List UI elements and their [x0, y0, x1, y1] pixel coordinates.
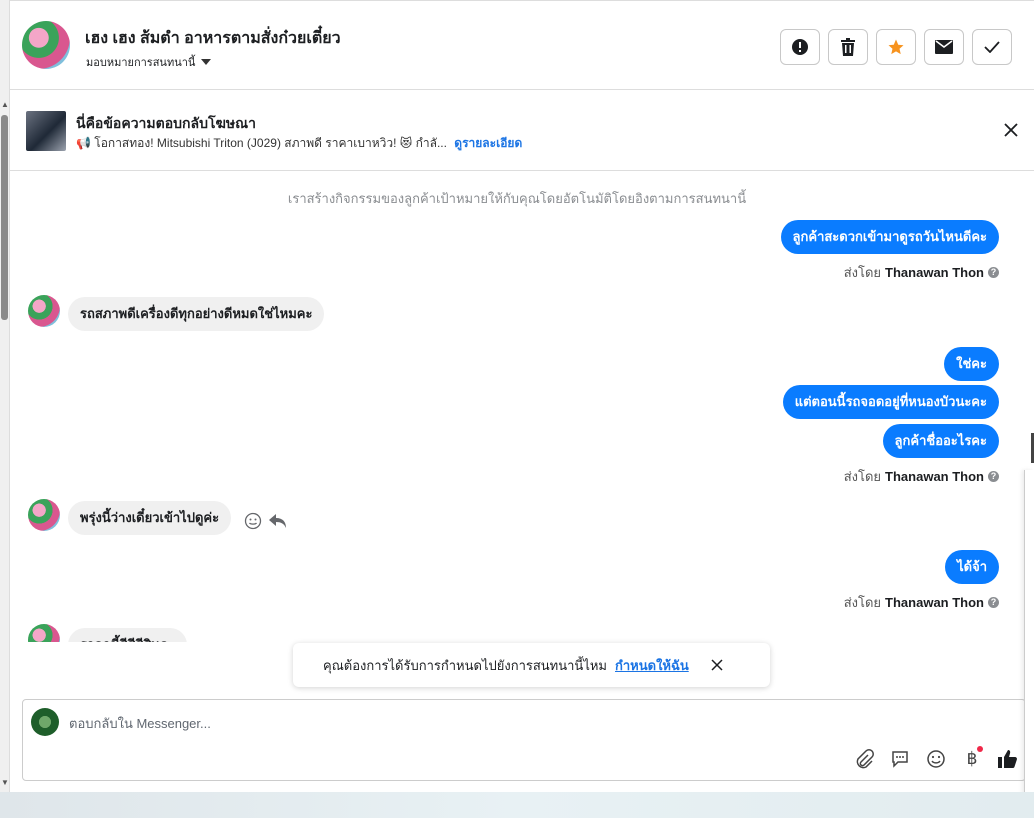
- star-icon: [888, 39, 904, 55]
- outgoing-message[interactable]: ใช่คะ: [944, 347, 999, 381]
- dismiss-suggestion-button[interactable]: [711, 659, 723, 671]
- chat-bubble-icon: [892, 751, 908, 768]
- ad-details-link[interactable]: ดูรายละเอียด: [454, 136, 522, 150]
- report-button[interactable]: [780, 29, 820, 65]
- assign-to-me-link[interactable]: กำหนดให้ฉัน: [615, 655, 689, 676]
- composer-tools: ฿: [853, 746, 1019, 770]
- caret-down-icon: [201, 59, 212, 65]
- ad-thumbnail[interactable]: [26, 111, 66, 151]
- payment-button[interactable]: ฿: [961, 746, 983, 770]
- contact-avatar-small: [28, 295, 60, 327]
- emoji-button[interactable]: [925, 748, 947, 770]
- close-icon: [711, 659, 723, 671]
- report-icon: [792, 39, 808, 55]
- sent-by-label: ส่งโดย Thanawan Thon ?: [844, 466, 999, 487]
- emoji-icon: [927, 750, 945, 768]
- ad-banner-title: นี่คือข้อความตอบกลับโฆษณา: [76, 115, 256, 131]
- mark-done-button[interactable]: [972, 29, 1012, 65]
- conversation-header: เฮง เฮง ส้มตำ อาหารตามสั่งก๋วยเตี๋ยว มอบ…: [10, 0, 1034, 90]
- outgoing-message[interactable]: ลูกค้าชื่ออะไรคะ: [882, 424, 999, 458]
- notification-dot: [977, 746, 983, 752]
- incoming-message[interactable]: รถสภาพดีเครื่องดีทุกอย่างดีหมดใช่ไหมคะ: [68, 297, 325, 331]
- help-icon[interactable]: ?: [988, 471, 999, 482]
- outgoing-message[interactable]: ลูกค้าสะดวกเข้ามาดูรถวันไหนดีคะ: [780, 220, 999, 254]
- incoming-message[interactable]: ราคาขี้สีสีสีสินคะ: [68, 628, 188, 642]
- attach-button[interactable]: [853, 748, 875, 770]
- incoming-message[interactable]: พรุ่งนี้ว่างเดี๋ยวเข้าไปดูค่ะ: [68, 501, 232, 535]
- outgoing-message[interactable]: ได้จ้า: [945, 550, 999, 584]
- message-thread[interactable]: เราสร้างกิจกรรมของลูกค้าเป้าหมายให้กับคุ…: [10, 172, 1024, 642]
- header-actions: [780, 29, 1012, 65]
- sent-by-prefix: ส่งโดย: [843, 469, 882, 484]
- reply-icon[interactable]: [268, 512, 288, 530]
- assign-suggestion-toast: คุณต้องการได้รับการกำหนดไปยังการสนทนานี้…: [293, 643, 770, 687]
- agent-name: Thanawan Thon: [885, 595, 984, 610]
- agent-name: Thanawan Thon: [885, 469, 984, 484]
- left-scrollbar[interactable]: ▲ ▼: [0, 0, 10, 792]
- side-panel-edge: [1024, 470, 1034, 805]
- assign-conversation-dropdown[interactable]: มอบหมายการสนทนานี้: [86, 53, 212, 71]
- message-composer: ฿: [22, 699, 1026, 781]
- star-button[interactable]: [876, 29, 916, 65]
- scrollbar-thumb[interactable]: [1, 115, 8, 320]
- assign-label: มอบหมายการสนทนานี้: [86, 57, 196, 69]
- system-note: เราสร้างกิจกรรมของลูกค้าเป้าหมายให้กับคุ…: [287, 191, 747, 206]
- thumbs-up-icon: [998, 750, 1017, 768]
- contact-name[interactable]: เฮง เฮง ส้มตำ อาหารตามสั่งก๋วยเตี๋ยว: [85, 26, 341, 51]
- react-smiley-icon[interactable]: [244, 512, 262, 530]
- scroll-down-arrow-icon[interactable]: ▼: [1, 778, 9, 787]
- contact-avatar[interactable]: [22, 21, 70, 69]
- page-avatar: [31, 708, 59, 736]
- reply-input[interactable]: [69, 708, 669, 738]
- close-ad-banner-button[interactable]: [1004, 123, 1018, 142]
- paperclip-icon: [856, 749, 874, 769]
- scroll-up-arrow-icon[interactable]: ▲: [1, 100, 9, 109]
- help-icon[interactable]: ?: [988, 597, 999, 608]
- bottom-strip: [0, 792, 1034, 818]
- help-icon[interactable]: ?: [988, 267, 999, 278]
- baht-icon: ฿: [966, 749, 978, 769]
- mail-icon: [935, 40, 953, 54]
- sent-by-label: ส่งโดย Thanawan Thon ?: [844, 592, 999, 613]
- delete-button[interactable]: [828, 29, 868, 65]
- suggestion-text: คุณต้องการได้รับการกำหนดไปยังการสนทนานี้…: [323, 657, 607, 673]
- close-icon: [1004, 123, 1018, 137]
- mark-unread-button[interactable]: [924, 29, 964, 65]
- outgoing-message[interactable]: แต่ตอนนี้รถจอดอยู่ที่หนองบัวนะคะ: [782, 385, 999, 419]
- ad-banner-description: 📢 โอกาสทอง! Mitsubishi Triton (J029) สภา…: [76, 134, 522, 153]
- message-actions: [244, 512, 288, 530]
- ad-reply-banner: นี่คือข้อความตอบกลับโฆษณา 📢 โอกาสทอง! Mi…: [10, 91, 1034, 171]
- sent-by-prefix: ส่งโดย: [843, 265, 882, 280]
- check-icon: [984, 41, 1000, 53]
- sent-by-label: ส่งโดย Thanawan Thon ?: [844, 262, 999, 283]
- saved-replies-button[interactable]: [889, 748, 911, 770]
- trash-icon: [841, 38, 855, 56]
- contact-avatar-small: [28, 624, 60, 642]
- sent-by-prefix: ส่งโดย: [843, 595, 882, 610]
- like-button[interactable]: [997, 748, 1019, 770]
- contact-avatar-small: [28, 499, 60, 531]
- agent-name: Thanawan Thon: [885, 265, 984, 280]
- ad-description-text: 📢 โอกาสทอง! Mitsubishi Triton (J029) สภา…: [76, 136, 447, 150]
